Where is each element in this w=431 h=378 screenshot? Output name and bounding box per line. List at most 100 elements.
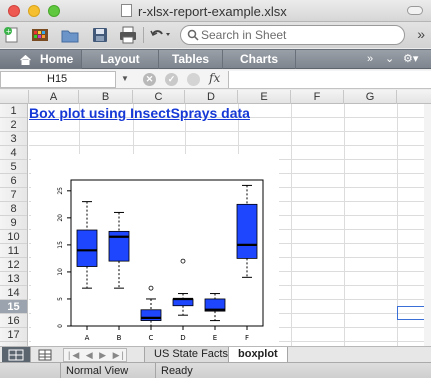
outlier-point [148,285,154,291]
print-icon[interactable] [118,25,138,45]
search-input[interactable] [201,27,401,43]
column-header-b[interactable]: B [79,90,133,104]
status-bar: Normal View Ready [0,362,431,378]
sheet-tab-boxplot[interactable]: boxplot [228,347,288,363]
cancel-formula-icon[interactable]: ✕ [143,73,156,86]
y-tick-label: 15 [57,241,64,249]
title-bar: r-xlsx-report-example.xlsx [0,0,431,22]
y-tick-label: 20 [57,214,64,222]
minimize-window-button[interactable] [28,5,40,17]
column-header-c[interactable]: C [133,90,185,104]
document-icon [121,4,132,17]
column-header-bar: A B C D E F G [0,90,431,104]
save-icon[interactable] [90,25,110,45]
search-icon [187,29,199,41]
box-F [236,203,258,259]
svg-text:+: + [6,28,12,36]
row-header-5[interactable]: 5 [0,160,27,174]
formula-builder-icon[interactable] [187,73,200,86]
y-tick-label: 5 [57,297,64,301]
x-tick-label: B [117,334,122,342]
y-tick-label: 10 [57,268,64,276]
row-header-17[interactable]: 17 [0,328,27,342]
row-header-6[interactable]: 6 [0,174,27,188]
name-box[interactable]: H15 [0,71,116,88]
row-header-7[interactable]: 7 [0,188,27,202]
row-header-14[interactable]: 14 [0,286,27,300]
window-title: r-xlsx-report-example.xlsx [138,4,287,19]
standard-toolbar: + » [0,22,431,48]
cell-area[interactable]: Box plot using InsectSprays data 0 5 10 15 2… [29,104,431,346]
col-gridline [344,104,345,346]
tab-charts[interactable]: Charts [223,50,296,69]
formula-bar: H15 ▼ ✕ ✓ fx [0,70,431,89]
status-divider [155,363,156,378]
tab-layout[interactable]: Layout [82,50,159,69]
excel-window: r-xlsx-report-example.xlsx + » [0,0,431,378]
enter-formula-icon[interactable]: ✓ [165,73,178,86]
row-header-9[interactable]: 9 [0,216,27,230]
column-header-f[interactable]: F [291,90,344,104]
view-mode-text: Normal View [66,365,129,377]
column-header-d[interactable]: D [185,90,238,104]
x-tick-label: E [213,334,217,342]
row-gridline [29,145,431,146]
row-header-8[interactable]: 8 [0,202,27,216]
name-box-dropdown-icon[interactable]: ▼ [121,74,129,83]
ribbon-controls: » ⌄ ⚙▾ [361,50,431,69]
toolbar-toggle-button[interactable] [407,6,423,15]
search-in-sheet[interactable] [180,25,405,45]
y-tick-label: 25 [57,187,64,195]
column-header-a[interactable]: A [29,90,79,104]
select-all-corner[interactable] [0,90,29,104]
row-header-2[interactable]: 2 [0,118,27,132]
row-header-4[interactable]: 4 [0,146,27,160]
worksheet-grid: A B C D E F G 1 2 3 4 5 6 7 8 9 10 11 12 13 14 15 16 17 … [0,90,431,346]
close-window-button[interactable] [8,5,20,17]
template-gallery-icon[interactable] [30,25,50,45]
row-header-15[interactable]: 15 [0,300,27,314]
outlier-point [180,258,186,264]
sheet-tab-us-state-facts[interactable]: US State Facts [144,347,238,363]
status-divider [60,363,61,378]
sheet-tab-bar: |◀ ◀ ▶ ▶| US State Facts boxplot [0,346,431,363]
zoom-window-button[interactable] [48,5,60,17]
page-layout-view-button[interactable] [30,347,58,363]
col-gridline [291,104,292,346]
toolbar-separator [143,27,144,43]
ribbon-collapse-icon[interactable]: ⌄ [385,50,394,69]
row-header-11[interactable]: 11 [0,244,27,258]
row-header-3[interactable]: 3 [0,132,27,146]
x-tick-label: A [85,334,90,342]
ribbon-tab-bar: Home Layout Tables Charts » ⌄ ⚙▾ [0,49,431,69]
open-folder-icon[interactable] [60,25,80,45]
plot-frame [70,179,264,327]
row-header-16[interactable]: 16 [0,314,27,328]
new-file-icon[interactable]: + [2,25,22,45]
insert-function-icon[interactable]: fx [209,71,220,85]
vertical-scrollbar[interactable] [424,104,431,346]
sheet-navigation-arrows[interactable]: |◀ ◀ ▶ ▶| [63,348,127,362]
x-tick-label: D [180,334,185,342]
undo-icon[interactable] [149,25,170,45]
formula-input[interactable] [228,71,431,88]
cell-a1-heading[interactable]: Box plot using InsectSprays data [29,105,250,121]
ready-status-text: Ready [161,365,193,377]
row-header-bar: 1 2 3 4 5 6 7 8 9 10 11 12 13 14 15 16 17 [0,104,28,346]
row-header-13[interactable]: 13 [0,272,27,286]
home-icon [20,55,31,65]
toolbar-overflow-icon[interactable]: » [417,26,425,42]
ribbon-more-icon[interactable]: » [367,50,373,69]
row-header-10[interactable]: 10 [0,230,27,244]
row-header-12[interactable]: 12 [0,258,27,272]
tab-tables[interactable]: Tables [159,50,223,69]
box-A [76,229,98,267]
row-header-1[interactable]: 1 [0,104,27,118]
ribbon-gear-icon[interactable]: ⚙▾ [403,50,418,69]
column-header-e[interactable]: E [238,90,291,104]
normal-view-button[interactable] [2,347,30,363]
tab-home[interactable]: Home [0,50,82,69]
column-header-g[interactable]: G [344,90,397,104]
boxplot-chart[interactable]: 0 5 10 15 20 25 A B C D E F [31,154,279,346]
row-gridline [29,131,431,132]
